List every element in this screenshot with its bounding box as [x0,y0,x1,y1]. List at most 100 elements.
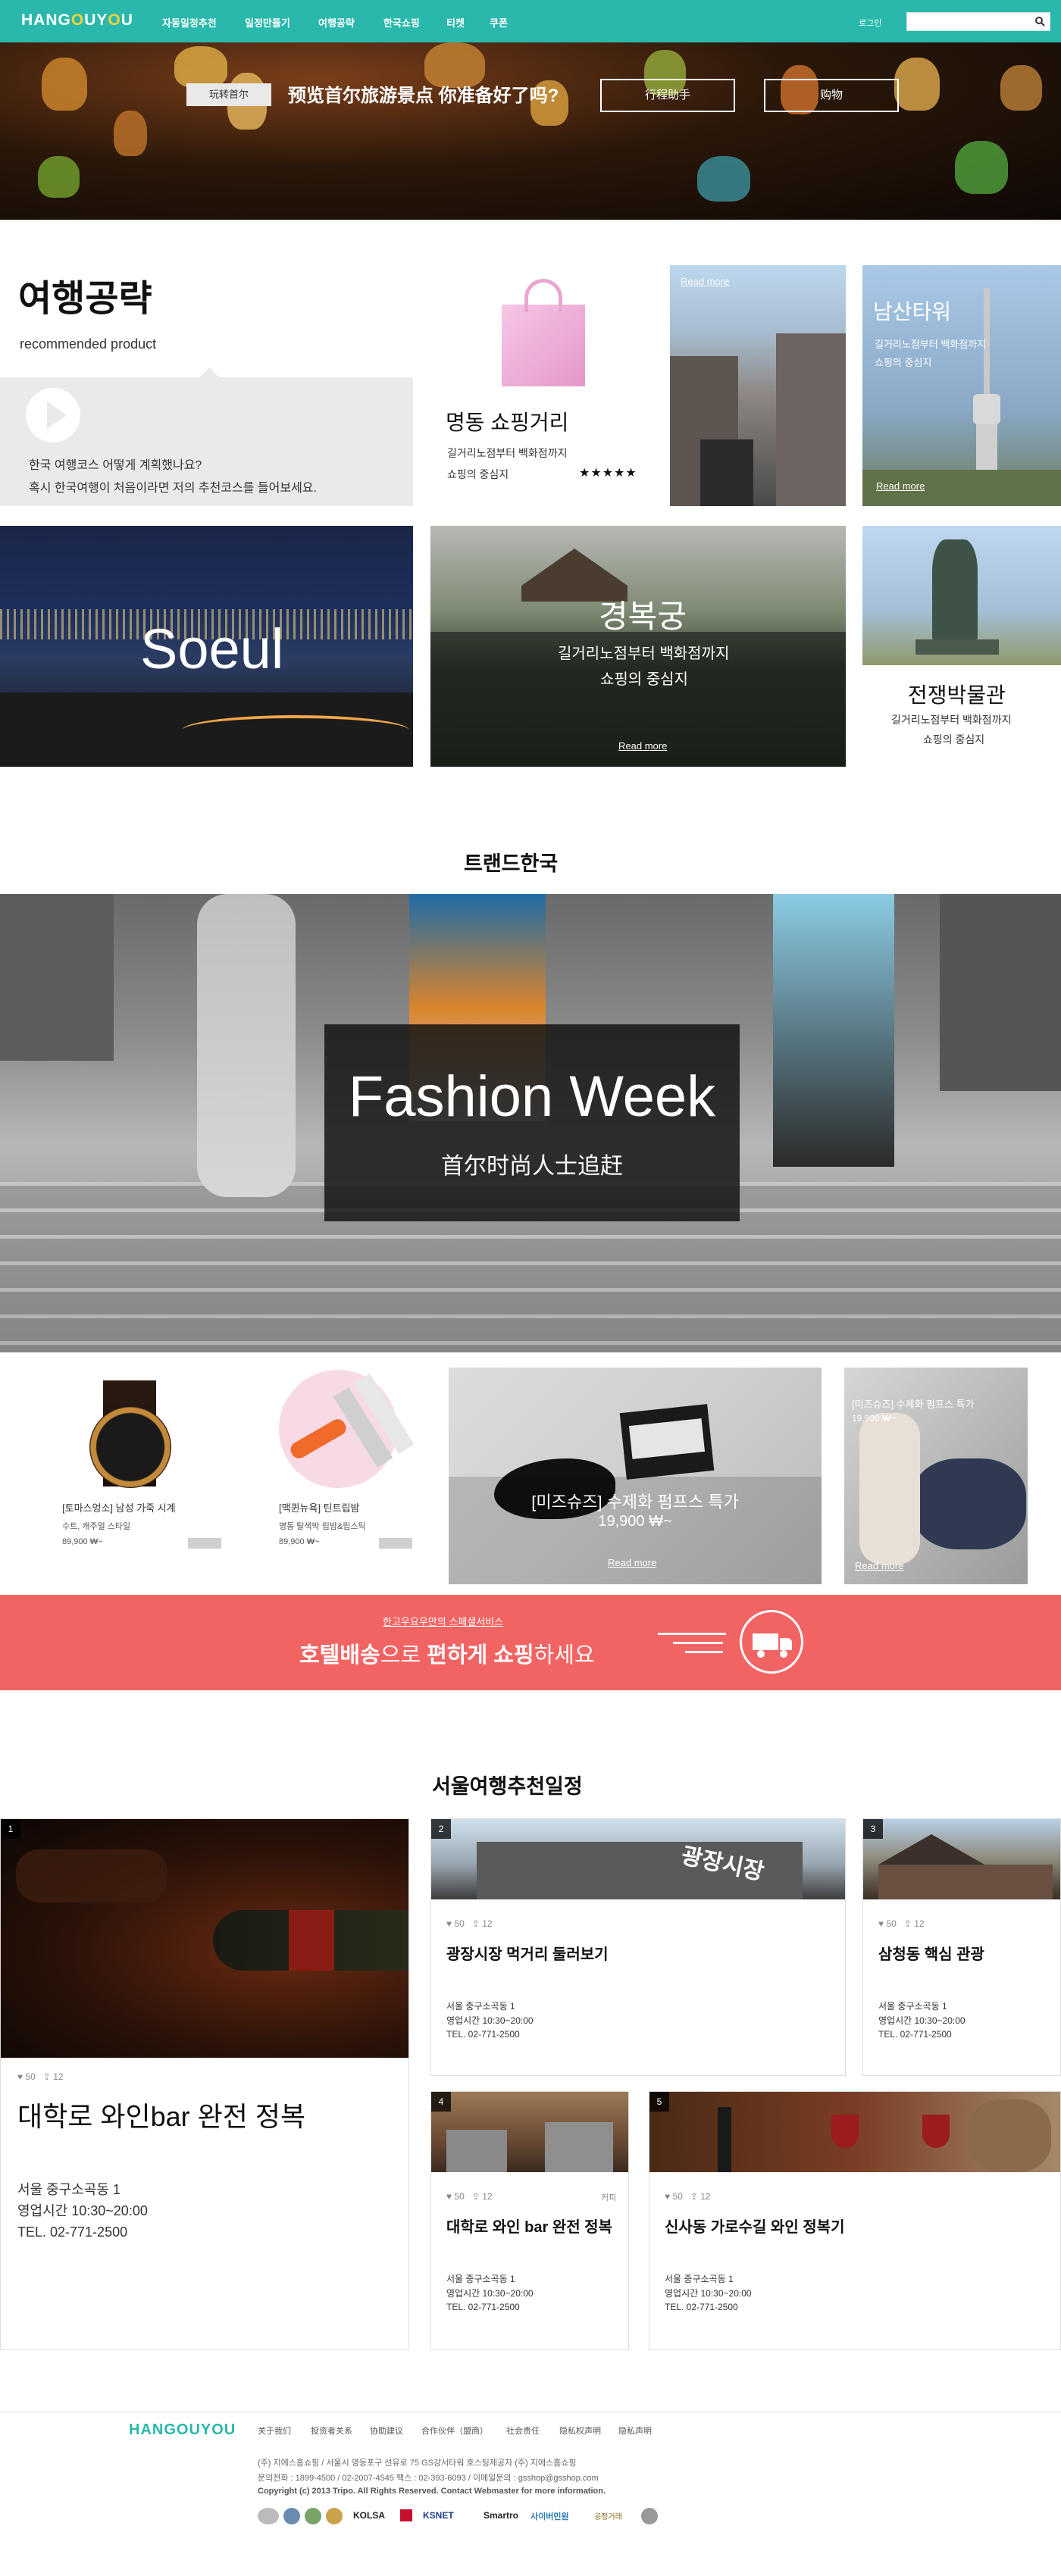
certification-badge-kolsa: KOLSA [353,2510,385,2521]
product-cart-button[interactable] [379,1538,412,1549]
star-icon: ★ [590,467,602,480]
hours-line: 영업시간 10:30~20:00 [446,2287,534,2299]
myeongdong-desc2: 쇼핑의 중심지 [447,468,509,480]
share-icon[interactable]: ⇪ [472,2191,480,2202]
heart-icon[interactable]: ♥ [17,2071,23,2082]
watch-product-image[interactable] [82,1380,180,1488]
certification-badge-icon [305,2508,321,2524]
nav-item-ticket[interactable]: 티켓 [446,15,465,30]
search-input[interactable] [906,12,1050,31]
street-shopping-photo[interactable]: Read more [670,265,846,506]
read-more-link[interactable]: Read more [876,480,925,492]
read-more-link[interactable]: Read more [618,740,667,752]
certification-badge-icon [326,2508,343,2524]
logo-text-part: UY [84,11,108,29]
read-more-link[interactable]: Read more [608,1557,656,1568]
heart-icon[interactable]: ♥ [446,2191,452,2202]
product-name[interactable]: [맥퀸뉴욕] 틴트립밤 [279,1500,360,1515]
nav-item-make-plan[interactable]: 일정만들기 [245,15,290,30]
share-icon[interactable]: ⇪ [690,2191,698,2202]
seoul-night-photo[interactable]: Soeul [0,526,413,767]
nav-item-korea-shopping[interactable]: 한국쇼핑 [383,15,420,30]
footer-contact-info: 문의전화 : 1899-4500 / 02-2007-4545 팩스 : 02-… [258,2474,599,2483]
itinerary-helper-button[interactable]: 行程助手 [600,79,735,112]
share-icon[interactable]: ⇪ [43,2071,51,2082]
itinerary-card-3[interactable]: 3 ♥ 50 ⇪ 12 삼청동 핵심 관광 서울 중구소곡동 1 영업시간 10… [862,1818,1061,2076]
callout-arrow [199,367,220,378]
heart-icon[interactable]: ♥ [878,1918,884,1929]
star-icon: ★ [579,467,591,480]
certification-badge-smartro: Smartro [484,2510,519,2521]
certification-badge-ksnet: KSNET [423,2510,454,2521]
travel-guide-title: 여행공략 [18,279,152,319]
heart-icon[interactable]: ♥ [446,1918,452,1929]
gyeongbokgung-photo[interactable]: 경복궁 길거리노점부터 백화점까지 쇼핑의 중심지 Read more [430,526,846,767]
myeongdong-title[interactable]: 명동 쇼핑거리 [446,406,568,436]
itinerary-card-2[interactable]: 광장시장 2 ♥ 50 ⇪ 12 광장시장 먹거리 둘러보기 서울 중구소곡동 … [430,1818,846,2076]
card-title[interactable]: 광장시장 먹거리 둘러보기 [446,1942,609,1964]
travel-intro-line1: 한국 여행코스 어떻게 계획했나요? [29,459,202,472]
card-meta: ♥ 50 ⇪ 12 [17,2071,64,2082]
like-count: 50 [454,1918,465,1929]
war-museum-photo[interactable] [862,526,1061,665]
shopping-button[interactable]: 购物 [764,79,899,112]
war-museum-title[interactable]: 전쟁박물관 [908,679,1006,709]
footer-link[interactable]: 隐私权声明 [559,2424,601,2437]
shoes-promo-title: [미즈슈즈] 수제화 펌프스 특가 [531,1493,739,1512]
login-link[interactable]: 로그인 [859,17,881,29]
footer-link[interactable]: 协助建议 [370,2424,403,2437]
play-icon[interactable] [26,388,80,442]
card-number: 2 [431,1819,451,1839]
speed-line [658,1633,726,1635]
share-count: 12 [482,1918,493,1929]
nav-item-auto-plan[interactable]: 자동일정추천 [162,15,217,30]
heart-icon[interactable]: ♥ [665,2191,670,2202]
category-tag: 커피 [601,2193,617,2202]
phone-line: TEL. 02-771-2500 [446,2029,520,2040]
fashion-week-caption-box: Fashion Week 首尔时尚人士追赶 [324,1024,740,1221]
trend-korea-title: 트랜드한국 [464,852,559,875]
footer-logo[interactable]: HANGOUYOU [129,2421,236,2439]
lantern-decoration [894,58,940,111]
product-price: 89,900 ₩~ [62,1537,103,1546]
card-title[interactable]: 대학로 와인 bar 완전 정복 [446,2215,612,2237]
wine-glasses-image [649,2092,1060,2172]
share-icon[interactable]: ⇪ [904,1918,912,1929]
rating-stars: ★★★★★ [579,465,637,480]
card-title[interactable]: 대학로 와인bar 완전 정복 [17,2095,305,2134]
itinerary-card-4[interactable]: 4 ♥ 50 ⇪ 12 커피 대학로 와인 bar 완전 정복 서울 중구소곡동… [430,2091,629,2350]
address-line: 서울 중구소곡동 1 [446,2274,515,2284]
shopping-bag-image[interactable] [502,274,587,388]
footer-link[interactable]: 隐私声明 [618,2424,652,2437]
certification-badge-fair: 공정거래 [594,2513,622,2521]
wine-bottle-image [1,1819,408,2058]
card-title[interactable]: 삼청동 핵심 관광 [878,1942,984,1964]
read-more-link[interactable]: Read more [681,276,729,287]
search-icon[interactable] [1034,16,1045,27]
hotel-delivery-banner[interactable]: 한고우요우만의 스페셜서비스 호텔배송으로 편하게 쇼핑하세요 [0,1595,1061,1690]
site-logo[interactable]: HANGOUYOU [21,11,133,30]
nav-item-coupon[interactable]: 쿠폰 [490,15,508,30]
share-icon[interactable]: ⇪ [472,1918,480,1929]
delivery-truck-icon [740,1610,803,1674]
share-count: 12 [700,2191,711,2202]
nav-item-travel-guide[interactable]: 여행공략 [318,15,355,30]
seoul-label: Soeul [140,617,284,680]
card-title[interactable]: 신사동 가로수길 와인 정복기 [665,2215,844,2237]
itinerary-card-5[interactable]: 5 ♥ 50 ⇪ 12 신사동 가로수길 와인 정복기 서울 중구소곡동 1 영… [649,2091,1061,2350]
footer-link[interactable]: 投资者关系 [311,2424,352,2437]
footer-link[interactable]: 关于我们 [258,2424,291,2437]
itinerary-card-1[interactable]: 1 ♥ 50 ⇪ 12 대학로 와인bar 완전 정복 서울 중구소곡동 1 영… [0,1818,409,2350]
footer-link[interactable]: 合作伙伴（盟商） [421,2424,488,2437]
namsan-tower-photo[interactable]: 남산타워 길거리노점부터 백화점까지 쇼핑의 중심지 Read more [862,265,1061,506]
product-name[interactable]: [토마스엉소] 남성 가죽 시계 [62,1500,176,1515]
shoes-promo-photo[interactable]: [미즈슈즈] 수제화 펌프스 특가 19,900 ₩~ Read more [449,1368,822,1584]
hours-line: 영업시간 10:30~20:00 [665,2287,752,2299]
banner-headline: 호텔배송으로 편하게 쇼핑하세요 [299,1637,595,1669]
lip-tint-product-image[interactable] [279,1370,415,1488]
product-cart-button[interactable] [188,1538,221,1549]
shoes-small-photo[interactable]: [미즈슈즈] 수제화 펌프스 특가 19,900 ₩~ Read more [844,1368,1028,1584]
footer-link[interactable]: 社会责任 [506,2424,540,2437]
banner-headline-text: 하세요 [534,1643,595,1668]
read-more-link[interactable]: Read more [855,1560,903,1571]
